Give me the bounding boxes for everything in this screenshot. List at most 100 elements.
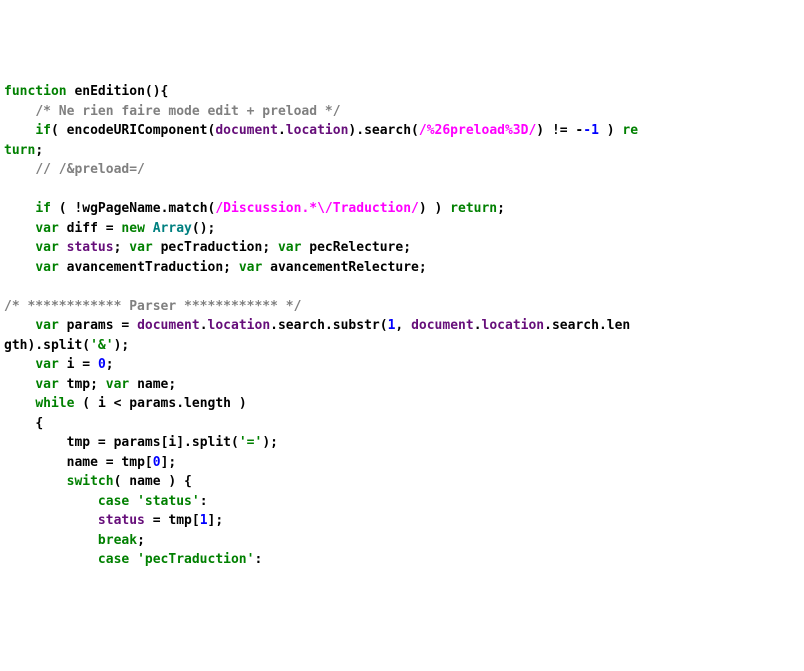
punc: . xyxy=(176,396,184,411)
punc: = xyxy=(145,513,168,528)
tok-avancementRelecture_v: avancementRelecture xyxy=(270,260,419,275)
tok-Array_t: Array xyxy=(153,221,192,236)
punc: ) { xyxy=(161,474,192,489)
punc: ( xyxy=(74,396,97,411)
punc: ( xyxy=(51,123,67,138)
tok-location_obj: location xyxy=(482,318,545,333)
tok-cmt_parser: /* ************ Parser ************ */ xyxy=(4,299,301,314)
tok-var_kw: var xyxy=(129,240,152,255)
tok-status_v: status xyxy=(98,513,145,528)
tok-pecTraduction_v: pecTraduction xyxy=(161,240,263,255)
tok-while_kw: while xyxy=(35,396,74,411)
tok-regex_disc: /Discussion.*\/Traduction/ xyxy=(215,201,419,216)
tok-name_v: name xyxy=(137,377,168,392)
punc: ) xyxy=(536,123,552,138)
punc: ]; xyxy=(208,513,224,528)
punc: = xyxy=(98,455,121,470)
punc: = xyxy=(114,318,137,333)
tok-tmp_v: tmp xyxy=(168,513,191,528)
punc: { xyxy=(35,416,43,431)
tok-wgPageName: wgPageName xyxy=(82,201,160,216)
tok-switch_kw: switch xyxy=(67,474,114,489)
punc: ]. xyxy=(176,435,192,450)
punc: ( xyxy=(411,123,419,138)
punc: ). xyxy=(27,338,43,353)
tok-break_kw: break xyxy=(98,533,137,548)
punc: ; xyxy=(90,377,106,392)
tok-params_v: params xyxy=(114,435,161,450)
tok-var_kw: var xyxy=(35,377,58,392)
tok-if_kw: if xyxy=(35,123,51,138)
punc: ; xyxy=(262,240,278,255)
punc: ) ) xyxy=(419,201,450,216)
punc: , xyxy=(395,318,411,333)
tok-diff_v: diff xyxy=(67,221,98,236)
tok-var_kw: var xyxy=(35,260,58,275)
punc: ; xyxy=(497,201,505,216)
punc: . xyxy=(325,318,333,333)
tok-document_obj: document xyxy=(215,123,278,138)
punc: ]; xyxy=(161,455,177,470)
tok-length_p: length xyxy=(184,396,231,411)
tok-document_obj: document xyxy=(411,318,474,333)
tok-cmt2: // /&preload=/ xyxy=(35,162,145,177)
tok-tmp_v: tmp xyxy=(67,435,90,450)
punc: . xyxy=(200,318,208,333)
tok-str_amp: '&' xyxy=(90,338,113,353)
tok-location_obj: location xyxy=(286,123,349,138)
punc: ( xyxy=(114,474,130,489)
punc: = xyxy=(90,435,113,450)
punc: ; xyxy=(419,260,427,275)
tok-var_kw: var xyxy=(35,318,58,333)
punc: . xyxy=(278,123,286,138)
tok-var_kw: var xyxy=(35,240,58,255)
punc: ; xyxy=(106,357,114,372)
punc: (); xyxy=(192,221,215,236)
punc: ); xyxy=(262,435,278,450)
tok-search_m: search xyxy=(364,123,411,138)
punc: (){ xyxy=(145,84,168,99)
punc: = xyxy=(98,221,121,236)
tok-tmp_v: tmp xyxy=(121,455,144,470)
tok-params_v: params xyxy=(129,396,176,411)
tok-re_lead: re xyxy=(622,123,638,138)
tok-encode_fn: encodeURIComponent xyxy=(67,123,208,138)
punc: ; xyxy=(35,143,43,158)
tok-len_lead: len xyxy=(607,318,630,333)
punc: ) xyxy=(231,396,247,411)
tok-neg1: -1 xyxy=(583,123,599,138)
tok-cmt1: /* Ne rien faire mode edit + preload */ xyxy=(35,104,340,119)
tok-search_m: search xyxy=(278,318,325,333)
punc: . xyxy=(474,318,482,333)
punc: ). xyxy=(348,123,364,138)
punc: < xyxy=(106,396,129,411)
tok-neq: != xyxy=(552,123,568,138)
tok-str_pecTraduction: 'pecTraduction' xyxy=(137,552,254,567)
tok-location_obj: location xyxy=(208,318,271,333)
tok-pecRelecture_v: pecRelecture xyxy=(309,240,403,255)
punc: : xyxy=(200,494,208,509)
tok-zero: 0 xyxy=(98,357,106,372)
punc: ; xyxy=(137,533,145,548)
punc: ); xyxy=(114,338,130,353)
tok-regex_preload: /%26preload%3D/ xyxy=(419,123,536,138)
tok-var_kw: var xyxy=(278,240,301,255)
tok-case_kw: case xyxy=(98,494,129,509)
tok-name_v: name xyxy=(129,474,160,489)
punc: = xyxy=(74,357,97,372)
punc: ( xyxy=(82,338,90,353)
tok-substr_m: substr xyxy=(333,318,380,333)
punc: . xyxy=(599,318,607,333)
tok-match_m: match xyxy=(168,201,207,216)
tok-params_v: params xyxy=(67,318,114,333)
punc: [ xyxy=(192,513,200,528)
punc: ; xyxy=(223,260,239,275)
punc: ; xyxy=(403,240,411,255)
tok-fn_name: enEdition xyxy=(74,84,144,99)
punc: . xyxy=(270,318,278,333)
tok-avancementTraduction_v: avancementTraduction xyxy=(67,260,224,275)
punc: ; xyxy=(114,240,130,255)
punc: ( xyxy=(231,435,239,450)
tok-var_kw: var xyxy=(35,357,58,372)
tok-str_status: 'status' xyxy=(137,494,200,509)
